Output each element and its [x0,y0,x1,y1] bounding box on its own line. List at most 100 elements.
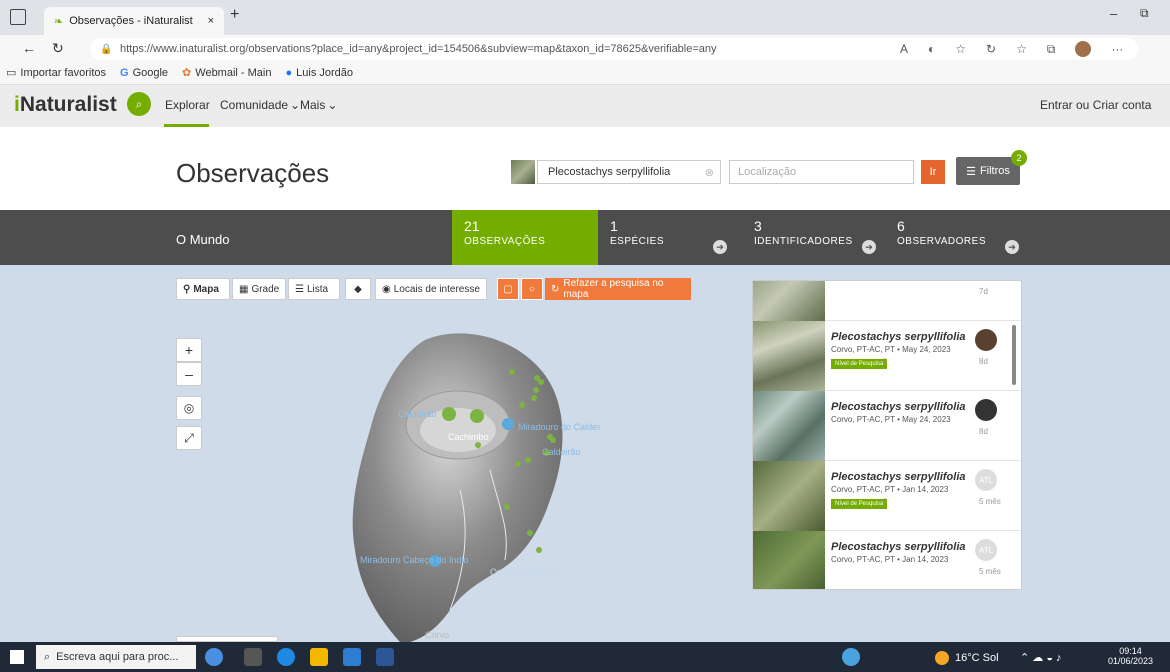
avatar[interactable] [975,280,997,281]
tab-identifiers[interactable]: 3 IDENTIFICADORES [742,210,882,265]
obs-marker[interactable] [519,402,525,408]
obs-marker[interactable] [531,395,537,401]
refresh-icon[interactable]: ↻ [52,40,64,57]
avatar[interactable]: ATL [975,469,997,491]
list-item[interactable]: Plecostachys serpyllifolia Corvo, PT-AC,… [753,531,1021,589]
list-scrollbar[interactable] [1008,280,1020,590]
obs-marker[interactable] [509,369,515,375]
obs-marker[interactable] [525,457,531,463]
observation-photo[interactable] [753,531,825,589]
zoom-in-button[interactable]: + [176,338,202,362]
zoom-out-button[interactable]: – [176,362,202,386]
draw-circle-button[interactable]: ○ [521,278,543,300]
viewpoint-marker[interactable] [502,418,514,430]
obs-marker[interactable] [536,547,542,553]
tabs-icon[interactable]: ⧉ [1047,42,1056,57]
observation-photo[interactable] [753,461,825,531]
tab-observations[interactable]: 21 OBSERVAÇÕES [452,210,598,265]
browser-tab[interactable]: ❧ Observações - iNaturalist × [44,7,224,35]
obs-marker[interactable] [550,437,556,443]
nav-more[interactable]: Mais ⌄ [300,98,337,112]
observation-photo[interactable] [753,391,825,461]
mail-icon[interactable] [343,648,361,666]
draw-rectangle-button[interactable]: ▢ [497,278,519,300]
locate-button[interactable]: ◎ [176,396,202,420]
taxon-search-input[interactable]: Plecostachys serpyllifolia ⊗ [537,160,721,184]
word-icon[interactable] [376,648,394,666]
redo-search-button[interactable]: ↻ Refazer a pesquisa no mapa [545,278,691,300]
restore-icon[interactable]: ⧉ [1140,6,1149,21]
grid-view-button[interactable]: ▦ Grade [232,278,286,300]
system-tray-icons[interactable]: ⌃ ☁ ◒ ♪ [1020,651,1062,664]
close-tab-icon[interactable]: × [208,15,214,27]
observation-photo[interactable] [753,321,825,391]
obs-marker[interactable] [475,442,481,448]
file-explorer-icon[interactable] [310,648,328,666]
poi-marker[interactable] [470,409,484,423]
collections-icon[interactable]: ↻ [986,42,996,56]
windows-start-icon[interactable] [10,650,24,664]
taskbar-search[interactable]: ⌕ Escreva aqui para proc... [36,645,196,669]
fullscreen-button[interactable]: ⤢ [176,426,202,450]
fav-webmail[interactable]: ✿ Webmail - Main [182,66,271,80]
corvo-island-map[interactable]: Caldeirão Cachimbo Miradouro do Caldeirã… [340,320,600,645]
obs-marker[interactable] [515,461,521,467]
id-count: 1 [883,498,887,505]
nav-explore[interactable]: Explorar [165,98,210,112]
list-item[interactable]: Plecostachys serpyllifolia Corvo, PT-AC,… [753,391,1021,461]
favorites-list-icon[interactable]: ☆ [1016,42,1027,56]
location-input[interactable]: Localização [729,160,914,184]
tab-actions-icon[interactable] [10,9,26,25]
chevron-down-icon: ⌄ [327,98,338,112]
layers-button[interactable]: ◆ [345,278,371,300]
tab-observers[interactable]: 6 OBSERVADORES [885,210,1025,265]
new-tab-icon[interactable]: + [230,6,239,24]
inaturalist-logo[interactable]: iNaturalist [14,93,117,117]
read-aloud-icon[interactable]: A [900,42,908,56]
widget-icon[interactable] [205,648,223,666]
identifiers-arrow-icon[interactable]: ➔ [862,240,876,254]
obs-marker[interactable] [533,387,539,393]
clear-icon[interactable]: ⊗ [705,166,714,179]
list-item[interactable]: Plecostachys serpyllifolia Corvo, PT-AC,… [753,461,1021,531]
grid-icon: ▦ [239,283,249,295]
weather-widget[interactable]: 16°C Sol [935,651,999,665]
obs-marker[interactable] [527,530,533,536]
extension-icon[interactable]: ◐ [928,42,935,56]
fav-luis[interactable]: ● Luis Jordão [285,67,353,79]
help-icon[interactable] [842,648,860,666]
list-item[interactable]: Plecostachys serpyllifolia Corvo, PT-AC,… [753,321,1021,391]
fav-google[interactable]: G Google [120,67,168,79]
back-icon[interactable]: ← [22,40,36,56]
species-arrow-icon[interactable]: ➔ [713,240,727,254]
scrollbar-thumb[interactable] [1012,325,1016,385]
nav-community[interactable]: Comunidade ⌄ [220,98,300,112]
login-link[interactable]: Entrar ou Criar conta [1040,98,1151,112]
poi-marker[interactable] [442,407,456,421]
map-view-button[interactable]: ⚲ Mapa [176,278,230,300]
go-button[interactable]: Ir [921,160,945,184]
task-view-icon[interactable] [244,648,262,666]
site-search-icon[interactable]: ⌕ [127,92,151,116]
avatar[interactable]: ATL [975,539,997,561]
minimize-icon[interactable]: – [1110,6,1117,21]
edge-icon[interactable] [277,648,295,666]
more-icon[interactable]: ··· [1111,42,1123,56]
favorite-icon[interactable]: ☆ [955,42,966,56]
avatar[interactable] [975,399,997,421]
profile-avatar-icon[interactable] [1075,41,1092,57]
avatar[interactable] [975,329,997,351]
lock-icon: 🔒 [100,43,113,55]
observation-photo[interactable] [753,281,825,321]
list-view-button[interactable]: ☰ Lista [288,278,340,300]
filters-button[interactable]: ☰ Filtros [956,157,1020,185]
tab-species[interactable]: 1 ESPÉCIES [598,210,738,265]
obs-marker[interactable] [504,504,510,510]
fav-import[interactable]: ▭ Importar favoritos [6,66,106,80]
obs-marker[interactable] [538,379,544,385]
observers-arrow-icon[interactable]: ➔ [1005,240,1019,254]
clock[interactable]: 09:14 01/06/2023 [1108,646,1153,666]
list-item[interactable]: 7d [753,280,1021,321]
places-of-interest-button[interactable]: ◉ Locais de interesse [375,278,487,300]
map-label: Miradouro do Caldeirão [518,422,600,432]
